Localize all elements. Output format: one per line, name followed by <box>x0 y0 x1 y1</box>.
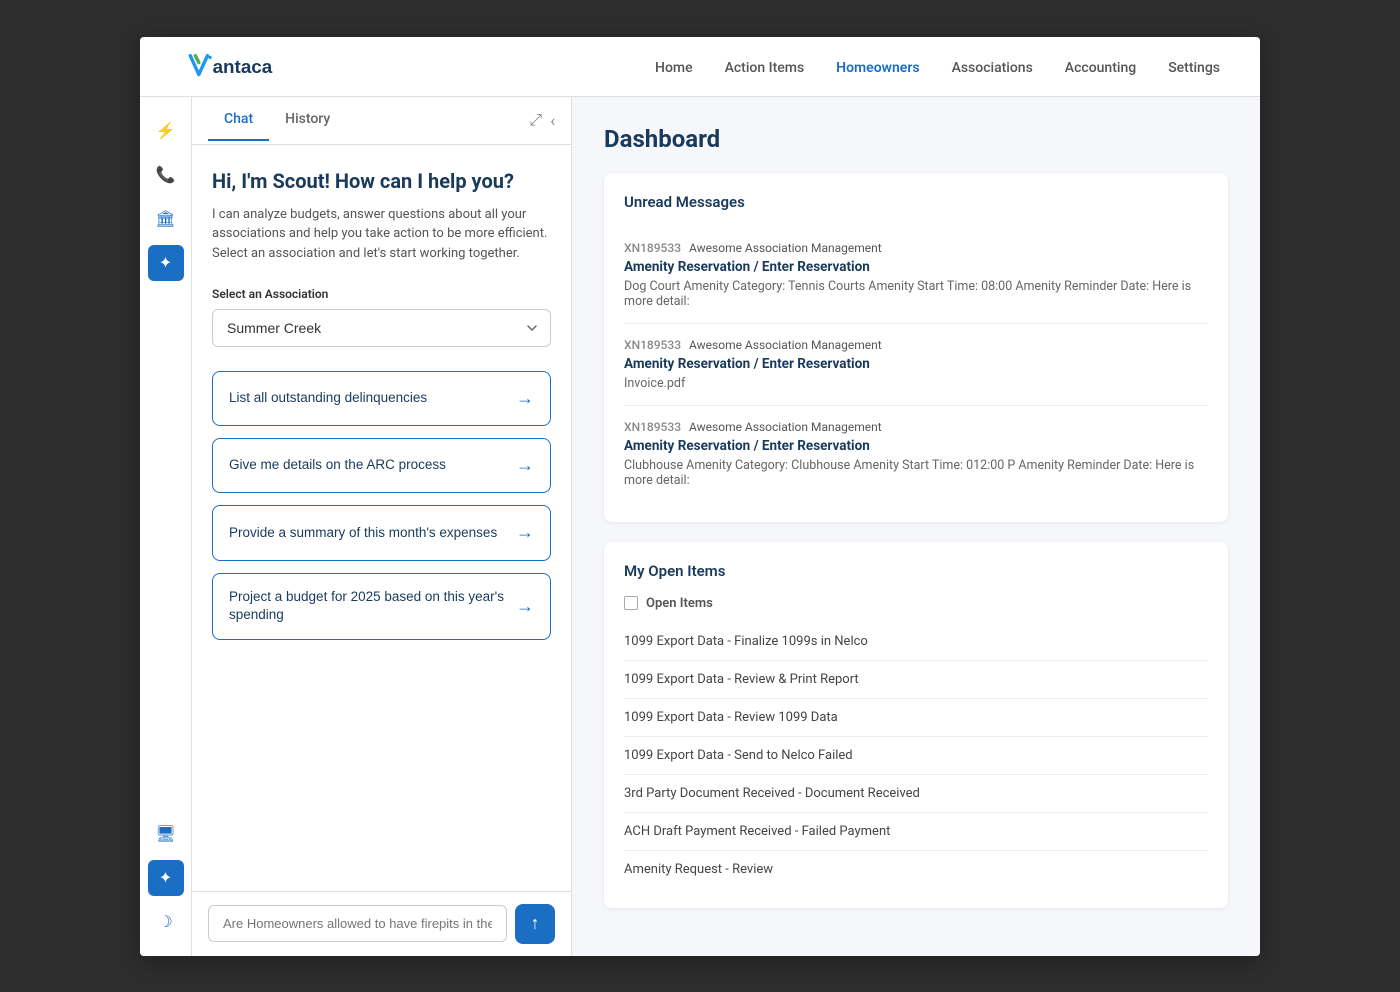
open-items-header: Open Items <box>624 596 1208 611</box>
chat-tabs: Chat History ⤢ ‹ <box>192 97 571 145</box>
chat-input[interactable] <box>208 905 507 942</box>
suggestion-expenses-label: Provide a summary of this month's expens… <box>229 524 497 543</box>
collapse-icon[interactable]: ‹ <box>550 111 555 130</box>
message-preview-1: Invoice.pdf <box>624 376 1208 391</box>
open-items-title: My Open Items <box>624 562 1208 580</box>
open-item-row-5[interactable]: ACH Draft Payment Received - Failed Paym… <box>624 813 1208 851</box>
monitor-icon[interactable]: 🖥 <box>148 816 184 852</box>
chat-greeting: Hi, I'm Scout! How can I help you? <box>212 169 551 193</box>
message-meta-2: XN189533 Awesome Association Management <box>624 420 1208 434</box>
suggestion-budget[interactable]: Project a budget for 2025 based on this … <box>212 573 551 641</box>
moon-icon[interactable]: ☽ <box>148 904 184 940</box>
suggestion-delinquencies-arrow-icon: → <box>516 386 534 411</box>
open-item-row-4[interactable]: 3rd Party Document Received - Document R… <box>624 775 1208 813</box>
suggestion-arc[interactable]: Give me details on the ARC process → <box>212 438 551 493</box>
bank-icon[interactable]: 🏛 <box>148 201 184 237</box>
unread-messages-card: Unread Messages XN189533 Awesome Associa… <box>604 173 1228 522</box>
nav-link-accounting[interactable]: Accounting <box>1065 60 1136 76</box>
message-subject-0: Amenity Reservation / Enter Reservation <box>624 259 1208 275</box>
message-from-1: Awesome Association Management <box>689 338 882 352</box>
chat-content: Hi, I'm Scout! How can I help you? I can… <box>192 145 571 891</box>
page-title: Dashboard <box>604 125 1228 153</box>
chat-input-area: ↑ <box>192 891 571 956</box>
message-id-1: XN189533 <box>624 338 681 352</box>
open-item-row-6[interactable]: Amenity Request - Review <box>624 851 1208 888</box>
unread-messages-title: Unread Messages <box>624 193 1208 211</box>
chat-description: I can analyze budgets, answer questions … <box>212 205 551 264</box>
message-meta-1: XN189533 Awesome Association Management <box>624 338 1208 352</box>
open-items-label: Open Items <box>646 596 713 611</box>
suggestion-budget-label: Project a budget for 2025 based on this … <box>229 588 508 626</box>
send-icon: ↑ <box>531 913 540 934</box>
association-select[interactable]: Summer Creek <box>212 309 551 347</box>
expand-icon[interactable]: ⤢ <box>529 110 542 130</box>
suggestion-expenses[interactable]: Provide a summary of this month's expens… <box>212 505 551 560</box>
nav-link-action-items[interactable]: Action Items <box>725 60 805 76</box>
tab-chat[interactable]: Chat <box>208 99 269 141</box>
open-item-row-1[interactable]: 1099 Export Data - Review & Print Report <box>624 661 1208 699</box>
phone-icon[interactable]: 📞 <box>148 157 184 193</box>
tab-history[interactable]: History <box>269 99 346 141</box>
open-items-list: 1099 Export Data - Finalize 1099s in Nel… <box>624 623 1208 888</box>
suggestion-expenses-arrow-icon: → <box>516 520 534 545</box>
suggestion-arc-arrow-icon: → <box>516 453 534 478</box>
dashboard-panel: Dashboard Unread Messages XN189533 Aweso… <box>572 97 1260 956</box>
nav-links: Home Action Items Homeowners Associations Ac… <box>655 57 1220 76</box>
message-item-0[interactable]: XN189533 Awesome Association Management … <box>624 227 1208 324</box>
message-item-2[interactable]: XN189533 Awesome Association Management … <box>624 406 1208 502</box>
nav-link-home[interactable]: Home <box>655 60 693 76</box>
message-id-0: XN189533 <box>624 241 681 255</box>
suggestion-arc-label: Give me details on the ARC process <box>229 456 446 475</box>
nav-link-associations[interactable]: Associations <box>952 60 1033 76</box>
logo: antaca <box>180 50 300 82</box>
suggestion-budget-arrow-icon: → <box>516 594 534 619</box>
message-item-1[interactable]: XN189533 Awesome Association Management … <box>624 324 1208 406</box>
message-subject-1: Amenity Reservation / Enter Reservation <box>624 356 1208 372</box>
select-label: Select an Association <box>212 287 551 301</box>
nav-link-homeowners[interactable]: Homeowners <box>836 60 919 76</box>
message-subject-2: Amenity Reservation / Enter Reservation <box>624 438 1208 454</box>
open-item-row-2[interactable]: 1099 Export Data - Review 1099 Data <box>624 699 1208 737</box>
message-id-2: XN189533 <box>624 420 681 434</box>
sidebar: ⚡ 📞 🏛 ✦ 🖥 ✦ ☽ <box>140 97 192 956</box>
message-preview-0: Dog Court Amenity Category: Tennis Court… <box>624 279 1208 309</box>
message-meta-0: XN189533 Awesome Association Management <box>624 241 1208 255</box>
suggestion-delinquencies[interactable]: List all outstanding delinquencies → <box>212 371 551 426</box>
sparkle-icon[interactable]: ✦ <box>148 245 184 281</box>
open-items-checkbox[interactable] <box>624 596 638 610</box>
message-from-0: Awesome Association Management <box>689 241 882 255</box>
nav-link-settings[interactable]: Settings <box>1168 60 1220 76</box>
messages-list: XN189533 Awesome Association Management … <box>624 227 1208 502</box>
message-from-2: Awesome Association Management <box>689 420 882 434</box>
sun-icon[interactable]: ✦ <box>148 860 184 896</box>
open-item-row-0[interactable]: 1099 Export Data - Finalize 1099s in Nel… <box>624 623 1208 661</box>
suggestions-list: List all outstanding delinquencies→Give … <box>212 371 551 640</box>
top-nav: antaca Home Action Items Homeowners Associa… <box>140 37 1260 97</box>
svg-text:antaca: antaca <box>213 56 273 77</box>
send-button[interactable]: ↑ <box>515 904 555 944</box>
bolt-icon[interactable]: ⚡ <box>148 113 184 149</box>
open-item-row-3[interactable]: 1099 Export Data - Send to Nelco Failed <box>624 737 1208 775</box>
message-preview-2: Clubhouse Amenity Category: Clubhouse Am… <box>624 458 1208 488</box>
suggestion-delinquencies-label: List all outstanding delinquencies <box>229 389 427 408</box>
chat-panel: Chat History ⤢ ‹ Hi, I'm Scout! How can … <box>192 97 572 956</box>
open-items-card: My Open Items Open Items 1099 Export Dat… <box>604 542 1228 908</box>
